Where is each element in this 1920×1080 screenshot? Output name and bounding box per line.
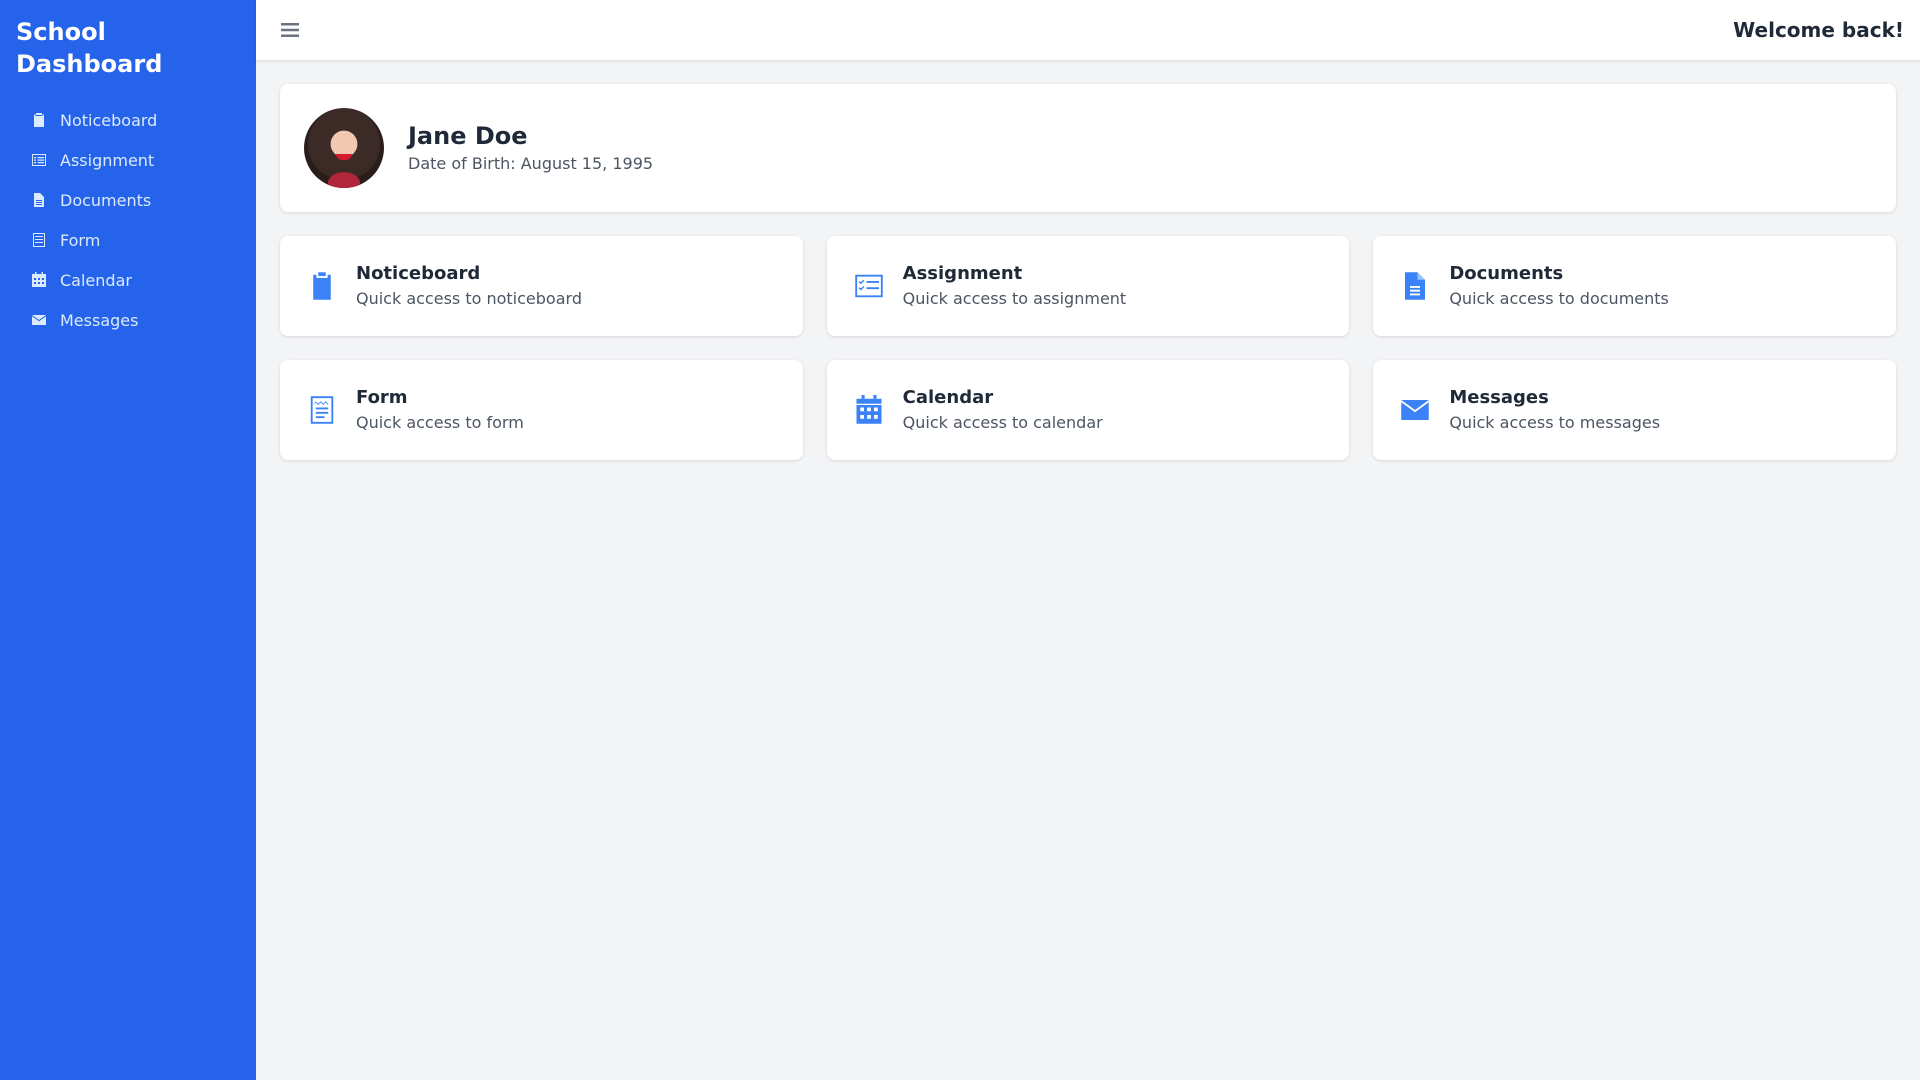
- tile-documents[interactable]: Documents Quick access to documents: [1373, 236, 1896, 336]
- sidebar-item-noticeboard[interactable]: Noticeboard: [16, 100, 240, 140]
- sidebar-item-label: Documents: [60, 190, 152, 210]
- envelope-icon: [30, 311, 48, 329]
- tile-title: Noticeboard: [356, 263, 481, 284]
- envelope-icon: [1397, 392, 1433, 428]
- quick-access-grid: Noticeboard Quick access to noticeboard …: [280, 236, 1896, 460]
- app: School Dashboard Noticeboard Assignment …: [0, 0, 1920, 1080]
- avatar: [304, 108, 384, 188]
- tile-subtitle: Quick access to assignment: [902, 289, 1127, 308]
- sidebar-item-label: Calendar: [60, 270, 132, 290]
- sidebar-item-label: Noticeboard: [60, 110, 158, 130]
- checklist-icon: [851, 268, 887, 304]
- tile-title: Messages: [1449, 387, 1549, 408]
- sidebar-item-label: Messages: [60, 310, 139, 330]
- tile-title: Documents: [1449, 263, 1564, 284]
- clipboard-icon: [30, 111, 48, 129]
- hamburger-menu-icon[interactable]: [272, 12, 308, 48]
- profile-name: Jane Doe: [408, 122, 528, 150]
- tile-subtitle: Quick access to calendar: [902, 413, 1103, 432]
- main-area: Welcome back! Jane Doe Date of Birth: Au…: [256, 0, 1920, 1080]
- profile-dob: Date of Birth: August 15, 1995: [408, 154, 654, 173]
- profile-card: Jane Doe Date of Birth: August 15, 1995: [280, 84, 1896, 212]
- clipboard-icon: [304, 268, 340, 304]
- tile-assignment[interactable]: Assignment Quick access to assignment: [826, 236, 1350, 336]
- sidebar-nav: Noticeboard Assignment Documents Form Ca…: [16, 100, 240, 340]
- sidebar-item-label: Assignment: [60, 150, 155, 170]
- sidebar-item-calendar[interactable]: Calendar: [16, 260, 240, 300]
- tile-title: Form: [356, 387, 408, 408]
- sidebar-item-documents[interactable]: Documents: [16, 180, 240, 220]
- tile-subtitle: Quick access to documents: [1449, 289, 1669, 308]
- calendar-icon: [851, 392, 887, 428]
- welcome-message: Welcome back!: [1733, 18, 1904, 42]
- tile-form[interactable]: Form Quick access to form: [280, 360, 803, 460]
- document-icon: [30, 191, 48, 209]
- tile-subtitle: Quick access to messages: [1449, 413, 1661, 432]
- tile-title: Calendar: [902, 387, 994, 408]
- sidebar-item-messages[interactable]: Messages: [16, 300, 240, 340]
- tile-subtitle: Quick access to form: [356, 413, 524, 432]
- form-icon: [304, 392, 340, 428]
- tile-noticeboard[interactable]: Noticeboard Quick access to noticeboard: [280, 236, 803, 336]
- document-icon: [1397, 268, 1433, 304]
- sidebar-item-form[interactable]: Form: [16, 220, 240, 260]
- calendar-icon: [30, 271, 48, 289]
- sidebar-item-assignment[interactable]: Assignment: [16, 140, 240, 180]
- content: Jane Doe Date of Birth: August 15, 1995 …: [256, 60, 1920, 484]
- brand-title: School Dashboard: [16, 18, 163, 78]
- tile-title: Assignment: [902, 263, 1023, 284]
- tile-subtitle: Quick access to noticeboard: [356, 289, 582, 308]
- top-bar: Welcome back!: [256, 0, 1920, 60]
- form-icon: [30, 231, 48, 249]
- sidebar: School Dashboard Noticeboard Assignment …: [0, 0, 256, 1080]
- tile-messages[interactable]: Messages Quick access to messages: [1373, 360, 1896, 460]
- sidebar-item-label: Form: [60, 230, 101, 250]
- profile-info: Jane Doe Date of Birth: August 15, 1995: [408, 120, 653, 176]
- checklist-icon: [30, 151, 48, 169]
- tile-calendar[interactable]: Calendar Quick access to calendar: [826, 360, 1350, 460]
